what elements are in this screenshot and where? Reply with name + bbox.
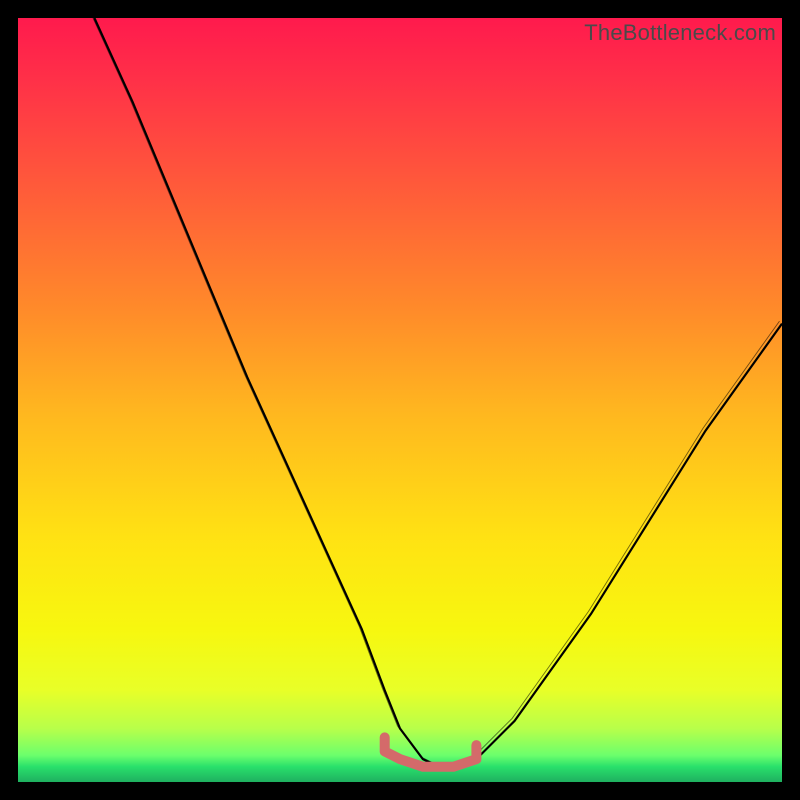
tolerance-band <box>385 737 477 766</box>
chart-frame: TheBottleneck.com <box>0 0 800 800</box>
plot-area: TheBottleneck.com <box>18 18 782 782</box>
bottleneck-curve-shadow <box>92 18 780 764</box>
curve-layer <box>18 18 782 782</box>
bottleneck-curve <box>94 18 782 767</box>
